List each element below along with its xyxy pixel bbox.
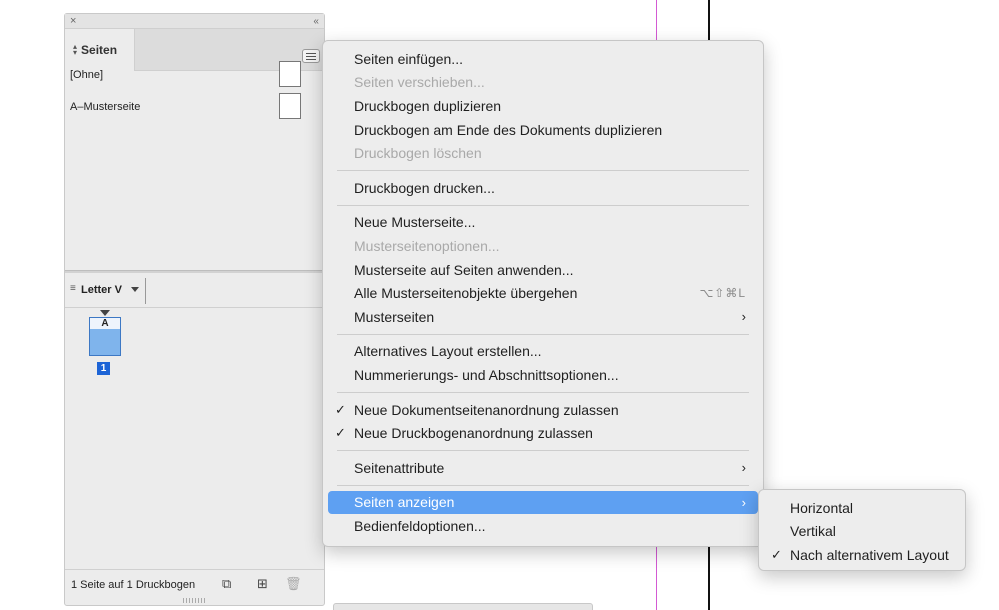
shortcut-label: ⌥⇧⌘L (699, 286, 746, 301)
menu-item-label: Druckbogen löschen (354, 145, 482, 162)
new-page-icon[interactable]: ⊞ (257, 576, 268, 592)
menu-item-override-master-items[interactable]: Alle Musterseitenobjekte übergehen ⌥⇧⌘L (328, 281, 758, 305)
menu-item-view-pages[interactable]: Seiten anzeigen › (328, 490, 758, 515)
menu-separator (337, 204, 749, 206)
page-thumbnail[interactable]: A (89, 317, 121, 356)
menu-item-duplicate-spread-end[interactable]: Druckbogen am Ende des Dokuments duplizi… (328, 118, 758, 142)
menu-item-label: Alle Musterseitenobjekte übergehen (354, 285, 578, 302)
menu-item-move-pages: Seiten verschieben... (328, 71, 758, 95)
menu-separator (337, 391, 749, 393)
layout-header: ≡ Letter V (65, 274, 324, 308)
panel-context-menu: Seiten einfügen... Seiten verschieben...… (322, 40, 764, 547)
menu-item-label: Alternatives Layout erstellen... (354, 343, 542, 360)
view-pages-submenu: Horizontal Vertikal ✓ Nach alternativem L… (758, 489, 966, 571)
menu-item-page-attributes[interactable]: Seitenattribute › (328, 456, 758, 480)
menu-separator (337, 333, 749, 335)
menu-item-allow-spreads-shuffle[interactable]: ✓ Neue Druckbogenanordnung zulassen (328, 421, 758, 445)
checkmark-icon: ✓ (335, 401, 346, 417)
menu-item-numbering-options[interactable]: Nummerierungs- und Abschnittsoptionen... (328, 363, 758, 387)
page-master-letter: A (90, 318, 120, 329)
menu-item-label: Horizontal (790, 499, 854, 516)
master-item-none[interactable]: [Ohne] (65, 61, 324, 91)
close-icon[interactable]: × (70, 14, 76, 29)
layout-name[interactable]: Letter V (81, 284, 122, 296)
menu-item-masters[interactable]: Musterseiten › (328, 305, 758, 329)
page-number[interactable]: 1 (97, 362, 110, 375)
master-label: A–Musterseite (70, 101, 141, 113)
collapse-icon[interactable]: ‹‹ (313, 14, 319, 29)
menu-item-label: Seiten einfügen... (354, 50, 463, 67)
edit-page-size-icon[interactable]: ⧉ (222, 576, 231, 592)
submenu-item-by-alt-layout[interactable]: ✓ Nach alternativem Layout (764, 543, 960, 567)
submenu-item-vertical[interactable]: Vertikal (764, 520, 960, 544)
menu-separator (337, 484, 749, 486)
menu-item-panel-options[interactable]: Bedienfeldoptionen... (328, 514, 758, 538)
tab-label: Seiten (81, 43, 118, 57)
chevron-right-icon: › (741, 309, 746, 325)
menu-line-icon (306, 55, 316, 57)
menu-item-label: Bedienfeldoptionen... (354, 517, 486, 534)
menu-item-create-alt-layout[interactable]: Alternatives Layout erstellen... (328, 340, 758, 364)
status-text: 1 Seite auf 1 Druckbogen (71, 579, 196, 591)
menu-line-icon (306, 52, 316, 54)
menu-item-insert-pages[interactable]: Seiten einfügen... (328, 47, 758, 71)
menu-item-allow-doc-pages-shuffle[interactable]: ✓ Neue Dokumentseitenanordnung zulassen (328, 398, 758, 422)
checkmark-icon: ✓ (335, 425, 346, 441)
lower-panel (333, 603, 593, 610)
updown-icon: ▴ ▾ (73, 42, 78, 57)
menu-line-icon (306, 58, 316, 60)
grip-icon[interactable]: ≡ (70, 283, 76, 294)
menu-item-label: Musterseite auf Seiten anwenden... (354, 261, 574, 278)
menu-item-label: Musterseitenoptionen... (354, 237, 500, 254)
current-page-marker-icon (100, 310, 110, 316)
submenu-item-horizontal[interactable]: Horizontal (764, 496, 960, 520)
dropdown-triangle-icon[interactable] (131, 287, 139, 292)
menu-item-label: Neue Musterseite... (354, 214, 476, 231)
menu-item-print-spread[interactable]: Druckbogen drucken... (328, 176, 758, 200)
pages-panel: × ‹‹ ▴ ▾ Seiten [Ohne] A–Musterseite ≡ Le… (64, 13, 325, 606)
trash-icon[interactable]: 🗑 (285, 576, 302, 592)
menu-item-label: Seiten anzeigen (354, 494, 455, 511)
master-thumbnail[interactable] (279, 61, 301, 87)
menu-separator (337, 169, 749, 171)
menu-item-label: Druckbogen duplizieren (354, 97, 502, 114)
menu-item-label: Druckbogen am Ende des Dokuments duplizi… (354, 121, 663, 138)
menu-item-master-options: Musterseitenoptionen... (328, 234, 758, 258)
menu-item-duplicate-spread[interactable]: Druckbogen duplizieren (328, 94, 758, 118)
master-thumbnail[interactable] (279, 93, 301, 119)
menu-item-delete-spread: Druckbogen löschen (328, 141, 758, 165)
menu-item-apply-master[interactable]: Musterseite auf Seiten anwenden... (328, 258, 758, 282)
menu-item-label: Seitenattribute (354, 459, 445, 476)
chevron-right-icon: › (741, 494, 746, 510)
menu-separator (337, 449, 749, 451)
panel-splitter[interactable] (65, 270, 324, 273)
menu-item-label: Musterseiten (354, 308, 435, 325)
menu-item-label: Neue Dokumentseitenanordnung zulassen (354, 401, 619, 418)
resize-grip[interactable] (183, 598, 207, 603)
layout-divider (145, 278, 146, 304)
menu-item-label: Vertikal (790, 523, 836, 540)
menu-item-label: Nach alternativem Layout (790, 546, 949, 563)
menu-item-new-master[interactable]: Neue Musterseite... (328, 211, 758, 235)
menu-item-label: Nummerierungs- und Abschnittsoptionen... (354, 366, 619, 383)
master-label: [Ohne] (70, 69, 104, 81)
menu-item-label: Neue Druckbogenanordnung zulassen (354, 425, 593, 442)
menu-item-label: Druckbogen drucken... (354, 179, 495, 196)
panel-statusbar: 1 Seite auf 1 Druckbogen ⧉ ⊞ 🗑 (65, 569, 324, 597)
panel-titlebar[interactable]: × ‹‹ (65, 14, 324, 29)
menu-item-label: Seiten verschieben... (354, 74, 485, 91)
chevron-right-icon: › (741, 460, 746, 476)
checkmark-icon: ✓ (771, 546, 782, 562)
master-item-a[interactable]: A–Musterseite (65, 93, 324, 123)
